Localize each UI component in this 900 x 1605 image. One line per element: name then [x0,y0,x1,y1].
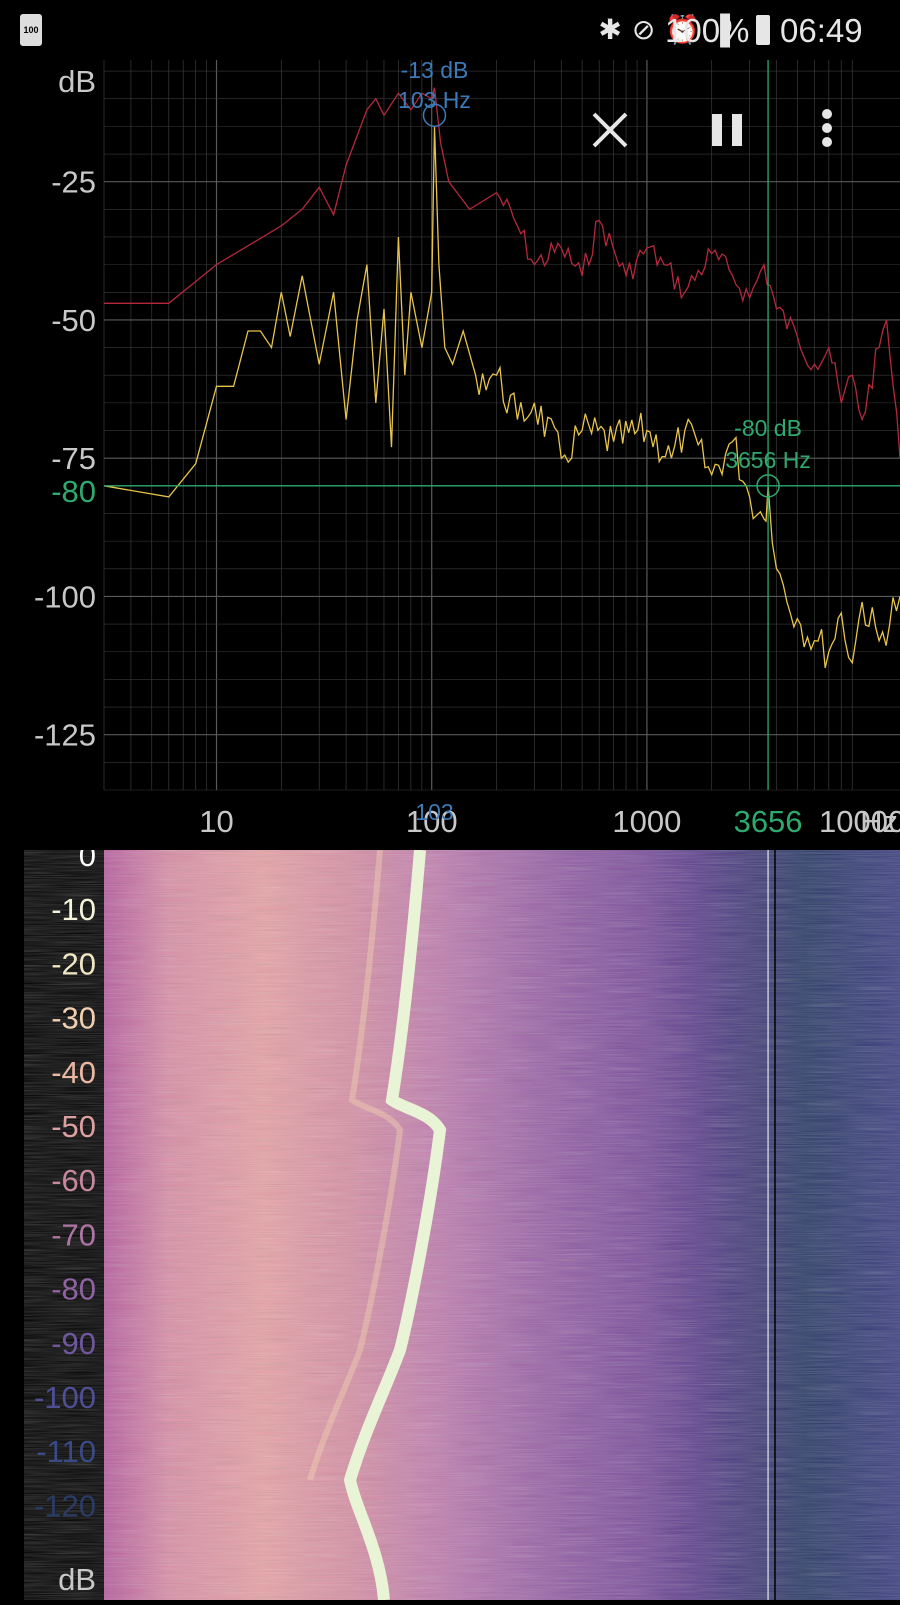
x-tick-label: 1000 [612,804,681,839]
spectrogram-time-tick-label: -30 [51,1001,96,1036]
spectrogram-time-tick-label: -40 [51,1055,96,1090]
peak-freq-label: 103 Hz [398,87,471,113]
spectrogram-time-tick-label: -100 [34,1380,96,1415]
pause-icon [712,114,742,146]
y-tick-label: -25 [51,165,96,200]
peak-axis-label: 103 [415,799,453,825]
spectrum-chart[interactable]: dB -25 -50 -75 -100 -125 10 100 1000 100… [0,57,900,850]
close-button[interactable] [588,108,632,152]
spectrogram-time-tick-label: -90 [51,1326,96,1361]
battery-badge-text: 100 [23,25,39,35]
cursor-axis-freq-label: 3656 [734,804,803,839]
battery-badge-icon: 100 [20,14,42,46]
x-tick-label: 10 [199,804,233,839]
y-tick-label: -75 [51,441,96,476]
spectrogram-time-tick-label: -70 [51,1217,96,1252]
spectrogram-panel[interactable]: 0 -10 -20 -30 -40 -50 -60 -70 -80 -90 -100 -110 -120… [0,838,900,1601]
y-tick-label: -125 [34,718,96,753]
cursor-freq-label: 3656 Hz [725,447,811,473]
y-unit-label: dB [58,64,96,99]
bluetooth-icon: ✱ [598,14,622,45]
spectrogram-texture [104,850,900,1600]
battery-icon [756,15,770,45]
y-tick-label: -100 [34,579,96,614]
more-options-button[interactable] [812,106,842,154]
spectrogram-chart[interactable]: 0 -10 -20 -30 -40 -50 -60 -70 -80 -90 -100 -110 -120… [0,838,900,1601]
spectrum-panel[interactable]: dB -25 -50 -75 -100 -125 10 100 1000 100… [0,57,900,850]
spectrogram-time-tick-label: -60 [51,1163,96,1198]
clock: 06:49 [780,12,863,49]
spectrogram-unit-label: dB [58,1562,96,1597]
status-bar: 100 ✱ ⊘ ⏰ ▐ 100% 06:49 [0,0,900,60]
y-tick-label: -50 [51,303,96,338]
spectrogram-time-tick-label: -10 [51,892,96,927]
spectrogram-time-tick-label: -120 [34,1488,96,1523]
spectrogram-time-tick-label: 0 [79,850,96,873]
spectrogram-time-tick-label: -80 [51,1272,96,1307]
spectrogram-time-tick-label: -20 [51,946,96,981]
vibrate-mute-icon: ⊘ [631,14,656,45]
cursor-db-label: -80 dB [734,415,802,441]
peak-db-label: -13 dB [401,60,469,83]
live-trace [103,126,900,669]
battery-percent: 100% [665,12,750,49]
spectrogram-time-tick-label: -110 [36,1434,96,1469]
spectrogram-time-tick-label: -50 [51,1109,96,1144]
pause-button[interactable] [706,108,750,152]
close-icon [592,112,628,148]
x-unit-label: Hz [860,804,898,839]
more-vert-icon [822,109,832,147]
cursor-axis-db-label: -80 [51,474,96,509]
